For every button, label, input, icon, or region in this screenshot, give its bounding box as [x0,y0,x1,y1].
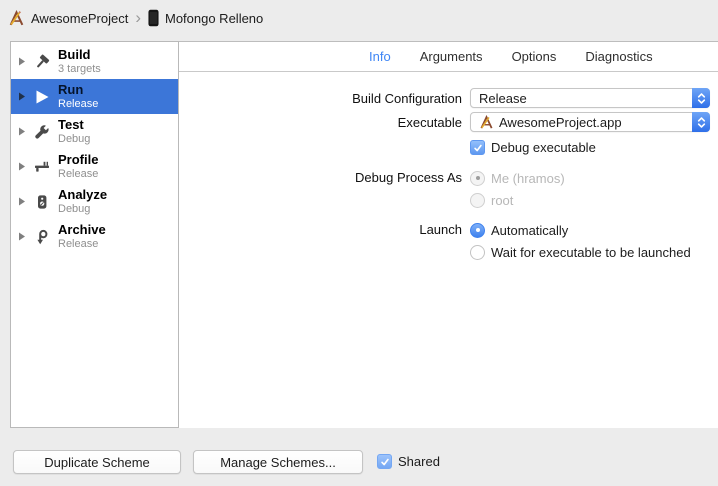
analyzer-icon [33,194,51,210]
wait-for-executable-radio-label: Wait for executable to be launched [491,245,691,260]
debug-executable-label: Debug executable [491,140,596,155]
sidebar-item-title: Profile [58,153,98,168]
popup-stepper-icon [692,88,710,108]
launch-label: Launch [179,219,462,237]
form-row-debug-process-as: Debug Process As Me (hramos) root [179,167,718,211]
tab-diagnostics[interactable]: Diagnostics [585,49,652,64]
breadcrumb-destination-label: Mofongo Relleno [165,11,263,26]
sidebar-item-title: Archive [58,223,106,238]
tab-bar: Info Arguments Options Diagnostics [179,42,718,72]
iphone-icon [148,9,159,27]
radio-option-automatically[interactable]: Automatically [470,219,691,241]
tab-info[interactable]: Info [369,49,391,64]
executable-label: Executable [179,115,462,130]
caliper-icon [33,159,51,175]
form-row-debug-executable: Debug executable [470,140,718,155]
scheme-actions-sidebar: Build 3 targets Run Release Test Debug [10,41,179,428]
sidebar-item-build[interactable]: Build 3 targets [11,44,178,79]
automatically-radio[interactable] [470,223,485,238]
disclosure-triangle-icon[interactable] [11,92,33,101]
root-radio[interactable] [470,193,485,208]
manage-schemes-button[interactable]: Manage Schemes... [193,450,363,474]
footer-bar: Duplicate Scheme Manage Schemes... Share… [0,428,718,486]
sidebar-item-test[interactable]: Test Debug [11,114,178,149]
breadcrumb-project-label: AwesomeProject [31,11,128,26]
xcode-app-icon [479,115,494,130]
disclosure-triangle-icon[interactable] [11,197,33,206]
popup-selected-value: Release [479,91,709,106]
disclosure-triangle-icon[interactable] [11,232,33,241]
sidebar-item-title: Test [58,118,90,133]
build-configuration-popup[interactable]: Release [470,88,710,108]
me-radio[interactable] [470,171,485,186]
sidebar-item-title: Analyze [58,188,107,203]
radio-option-me[interactable]: Me (hramos) [470,167,565,189]
popup-stepper-icon [692,112,710,132]
sidebar-item-subtitle: Release [58,168,98,181]
breadcrumb-project[interactable]: AwesomeProject [8,10,128,27]
root-radio-label: root [491,193,513,208]
wrench-icon [33,124,51,140]
sidebar-item-subtitle: Release [58,238,106,251]
executable-popup[interactable]: AwesomeProject.app [470,112,710,132]
sidebar-item-analyze[interactable]: Analyze Debug [11,184,178,219]
breadcrumb-destination[interactable]: Mofongo Relleno [148,9,263,27]
form-row-launch: Launch Automatically Wait for executable… [179,219,718,263]
sidebar-item-subtitle: Debug [58,203,107,216]
duplicate-scheme-button[interactable]: Duplicate Scheme [13,450,181,474]
form-row-executable: Executable AwesomeProject.app [179,112,718,132]
play-icon [33,89,51,105]
disclosure-triangle-icon[interactable] [11,127,33,136]
disclosure-triangle-icon[interactable] [11,57,33,66]
wait-for-executable-radio[interactable] [470,245,485,260]
sidebar-item-run[interactable]: Run Release [11,79,178,114]
xcode-project-icon [8,10,25,27]
sidebar-item-subtitle: Debug [58,133,90,146]
hammer-icon [33,54,51,70]
radio-option-root[interactable]: root [470,189,565,211]
debug-executable-checkbox[interactable] [470,140,485,155]
debug-process-as-label: Debug Process As [179,167,462,185]
breadcrumb-separator-icon: › [133,9,143,28]
radio-option-wait[interactable]: Wait for executable to be launched [470,241,691,263]
sidebar-item-title: Build [58,48,101,63]
automatically-radio-label: Automatically [491,223,568,238]
sidebar-item-subtitle: Release [58,98,98,111]
disclosure-triangle-icon[interactable] [11,162,33,171]
build-configuration-label: Build Configuration [179,91,462,106]
sidebar-item-subtitle: 3 targets [58,63,101,76]
popup-selected-value: AwesomeProject.app [499,115,622,130]
form-row-build-configuration: Build Configuration Release [179,88,718,108]
shared-checkbox-label: Shared [398,454,440,469]
content-panel: Info Arguments Options Diagnostics Build… [179,41,718,428]
sidebar-item-archive[interactable]: Archive Release [11,219,178,254]
tab-options[interactable]: Options [512,49,557,64]
me-radio-label: Me (hramos) [491,171,565,186]
shared-checkbox-row: Shared [377,454,440,469]
sidebar-item-title: Run [58,83,98,98]
sidebar-item-profile[interactable]: Profile Release [11,149,178,184]
archive-icon [33,229,51,245]
tab-arguments[interactable]: Arguments [420,49,483,64]
info-form: Build Configuration Release Executable [179,72,718,263]
breadcrumb: AwesomeProject › Mofongo Relleno [8,4,263,32]
shared-checkbox[interactable] [377,454,392,469]
